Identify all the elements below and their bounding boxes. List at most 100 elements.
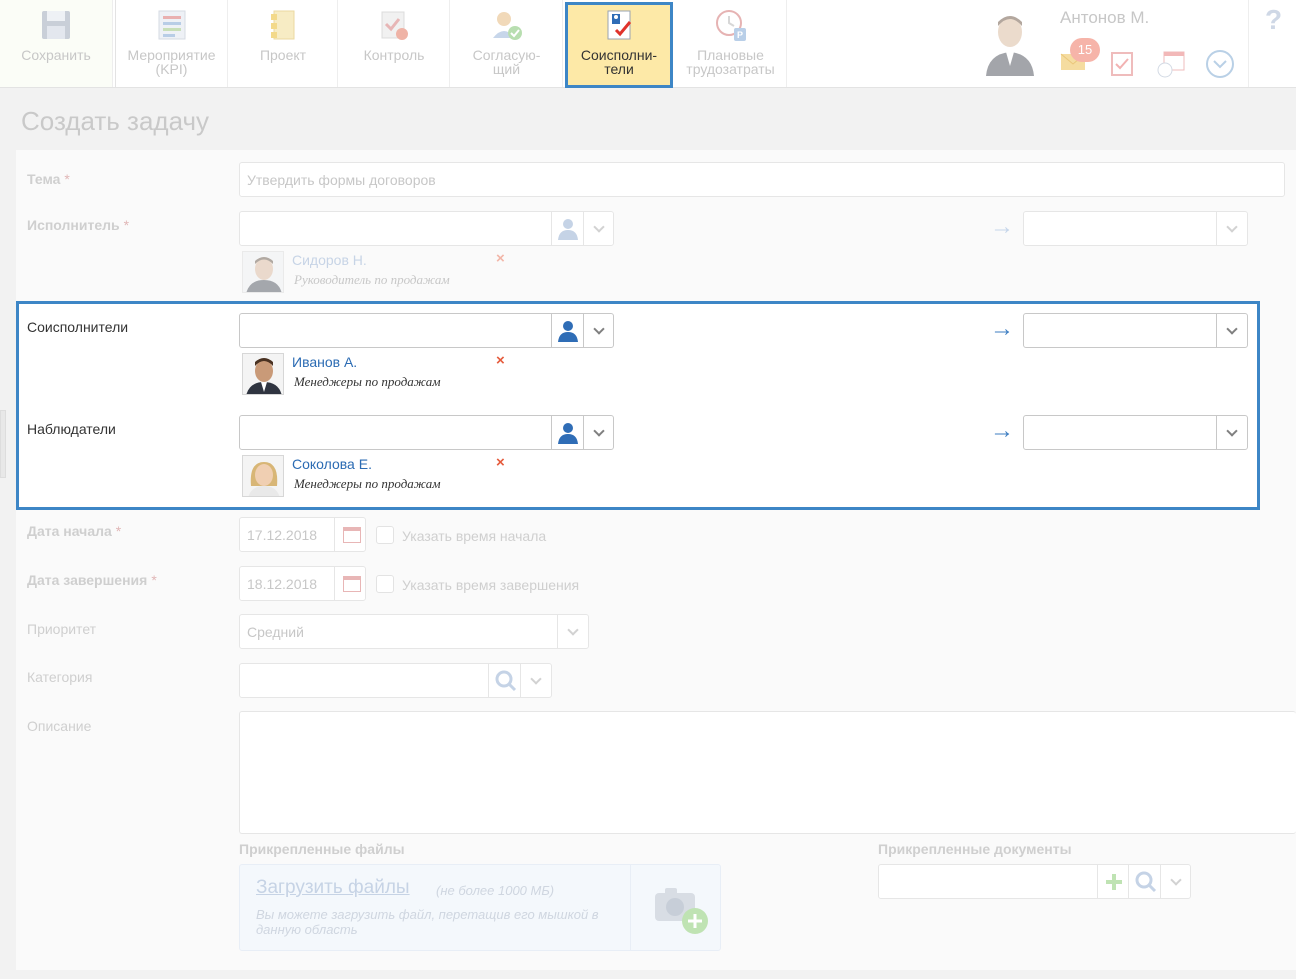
svg-text:P: P bbox=[736, 30, 742, 40]
executor-dropdown-button[interactable] bbox=[583, 212, 613, 245]
executor-input[interactable] bbox=[239, 211, 614, 246]
side-handle[interactable] bbox=[0, 410, 6, 478]
executor-target-select[interactable] bbox=[1023, 211, 1248, 246]
calendar-clock-icon[interactable] bbox=[1156, 48, 1186, 78]
planned-labor-button-label-2: трудозатраты bbox=[686, 61, 775, 77]
control-button-label: Контроль bbox=[363, 47, 425, 63]
observers-input[interactable] bbox=[239, 415, 614, 450]
executor-name[interactable]: Сидоров Н. bbox=[292, 252, 367, 268]
observers-target-dropdown-button[interactable] bbox=[1216, 416, 1247, 449]
category-input[interactable] bbox=[239, 663, 552, 698]
chevron-down-icon bbox=[592, 323, 605, 335]
documents-input[interactable] bbox=[878, 864, 1191, 899]
documents-dropdown-button[interactable] bbox=[1160, 865, 1190, 898]
search-document-button[interactable] bbox=[1128, 865, 1160, 898]
start-date-input[interactable]: 17.12.2018 bbox=[239, 517, 366, 552]
kpi-list-icon bbox=[158, 10, 185, 40]
user-area: Антонов М. 15 bbox=[960, 0, 1248, 87]
approver-button[interactable]: Согласую- щий bbox=[451, 0, 563, 87]
end-date-value: 18.12.2018 bbox=[247, 576, 318, 592]
user-avatar[interactable] bbox=[984, 10, 1036, 76]
required-mark: * bbox=[151, 572, 157, 588]
chevron-down-icon bbox=[592, 425, 605, 437]
coexecutors-label: Соисполнители bbox=[27, 319, 129, 335]
notifications-badge: 15 bbox=[1070, 38, 1100, 62]
start-date-calendar-button[interactable] bbox=[334, 518, 365, 551]
chevron-down-icon bbox=[530, 673, 542, 685]
chevron-down-icon bbox=[1226, 425, 1238, 437]
user-name[interactable]: Антонов М. bbox=[1060, 8, 1149, 28]
observers-label: Наблюдатели bbox=[27, 421, 116, 437]
executor-select-user-button[interactable] bbox=[551, 212, 583, 245]
upload-hint: Вы можете загрузить файл, перетащив его … bbox=[256, 907, 599, 937]
executor-remove-icon[interactable]: × bbox=[496, 250, 505, 267]
tasks-icon[interactable] bbox=[1110, 50, 1134, 76]
observer-avatar bbox=[242, 455, 284, 497]
user-icon bbox=[557, 422, 578, 444]
observers-dropdown-button[interactable] bbox=[583, 416, 613, 449]
planned-labor-button[interactable]: P Плановые трудозатраты bbox=[675, 0, 787, 87]
coexecutors-target-select[interactable] bbox=[1023, 313, 1248, 348]
chevron-down-icon bbox=[1226, 323, 1238, 335]
observers-target-select[interactable] bbox=[1023, 415, 1248, 450]
project-document-icon bbox=[271, 10, 295, 40]
search-icon bbox=[1135, 871, 1157, 893]
observer-name[interactable]: Соколова Е. bbox=[292, 456, 372, 472]
description-label: Описание bbox=[27, 718, 92, 734]
executor-target-dropdown-button[interactable] bbox=[1216, 212, 1247, 245]
subject-label: Тема * bbox=[27, 171, 70, 187]
subject-input[interactable]: Утвердить формы договоров bbox=[239, 162, 1285, 197]
form-panel bbox=[16, 150, 1296, 970]
calendar-icon bbox=[343, 527, 361, 543]
category-dropdown-button[interactable] bbox=[520, 664, 551, 697]
file-dropzone[interactable]: Загрузить файлы (не более 1000 МБ) Вы мо… bbox=[239, 864, 721, 951]
priority-dropdown-button[interactable] bbox=[557, 615, 588, 648]
coexecutors-button[interactable]: Соисполни- тели bbox=[565, 2, 673, 88]
chevron-down-icon bbox=[1226, 221, 1238, 233]
user-icon bbox=[557, 218, 578, 240]
upload-camera-button[interactable] bbox=[630, 865, 722, 950]
upload-files-link[interactable]: Загрузить файлы bbox=[256, 877, 410, 899]
end-date-calendar-button[interactable] bbox=[334, 567, 365, 600]
start-time-checkbox[interactable] bbox=[376, 526, 394, 544]
project-button[interactable]: Проект bbox=[229, 0, 338, 87]
priority-select[interactable]: Средний bbox=[239, 614, 589, 649]
chevron-circle-down-icon[interactable] bbox=[1204, 48, 1236, 80]
coexecutors-button-label-2: тели bbox=[604, 61, 634, 77]
coexecutor-remove-icon[interactable]: × bbox=[496, 352, 505, 369]
required-mark: * bbox=[64, 171, 70, 187]
coexecutors-input[interactable] bbox=[239, 313, 614, 348]
calendar-icon bbox=[343, 576, 361, 592]
save-button-label: Сохранить bbox=[21, 47, 91, 63]
subject-value: Утвердить формы договоров bbox=[247, 172, 436, 188]
arrow-right-icon: → bbox=[990, 213, 1014, 240]
category-search-button[interactable] bbox=[488, 664, 520, 697]
add-document-button[interactable] bbox=[1097, 865, 1128, 898]
help-button[interactable]: ? bbox=[1248, 0, 1296, 87]
save-button[interactable]: Сохранить bbox=[0, 0, 113, 87]
toolbar: Сохранить Мероприятие (KPI) Проект Контр… bbox=[0, 0, 1296, 88]
observer-remove-icon[interactable]: × bbox=[496, 454, 505, 471]
control-button[interactable]: Контроль bbox=[339, 0, 450, 87]
messages-button[interactable]: 15 bbox=[1060, 38, 1100, 72]
chevron-down-icon bbox=[567, 624, 579, 636]
plus-icon bbox=[1106, 874, 1122, 890]
description-textarea[interactable] bbox=[239, 711, 1296, 834]
coexecutors-dropdown-button[interactable] bbox=[583, 314, 613, 347]
attached-documents-label: Прикрепленные документы bbox=[878, 841, 1072, 857]
upload-limit: (не более 1000 МБ) bbox=[436, 883, 555, 898]
end-time-label: Указать время завершения bbox=[402, 577, 580, 593]
coexecutors-target-dropdown-button[interactable] bbox=[1216, 314, 1247, 347]
coexecutor-avatar bbox=[242, 353, 284, 395]
observers-select-user-button[interactable] bbox=[551, 416, 583, 449]
end-date-input[interactable]: 18.12.2018 bbox=[239, 566, 366, 601]
attached-files-label: Прикрепленные файлы bbox=[239, 841, 405, 857]
coexecutors-select-user-button[interactable] bbox=[551, 314, 583, 347]
project-button-label: Проект bbox=[259, 47, 307, 63]
kpi-button[interactable]: Мероприятие (KPI) bbox=[116, 0, 228, 87]
arrow-right-icon: → bbox=[990, 315, 1014, 342]
coexecutor-name[interactable]: Иванов А. bbox=[292, 354, 357, 370]
approver-user-icon bbox=[492, 12, 522, 40]
chevron-down-icon bbox=[592, 221, 605, 233]
end-time-checkbox[interactable] bbox=[376, 575, 394, 593]
